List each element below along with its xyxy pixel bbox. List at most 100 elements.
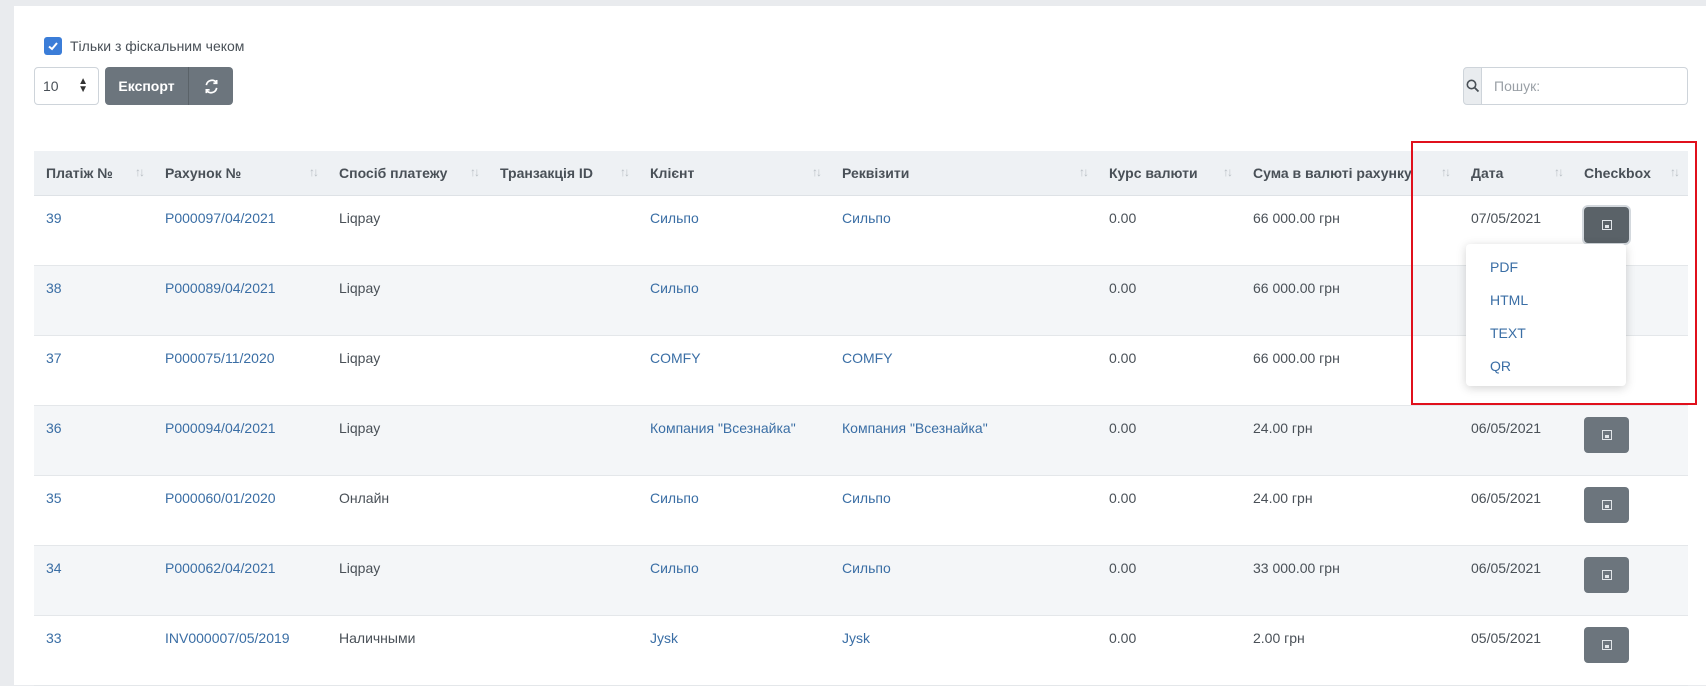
table-row: 33 INV000007/05/2019 Наличными Jysk Jysk 0.00… <box>34 615 1688 686</box>
invoice-link[interactable]: P000094/04/2021 <box>165 420 276 436</box>
date-value: 07/05/2021 <box>1471 209 1542 226</box>
menu-item-pdf[interactable]: PDF <box>1466 250 1626 283</box>
table-cell: 37 <box>34 335 153 406</box>
client-link[interactable]: Jysk <box>650 630 678 646</box>
image-icon <box>1601 639 1612 650</box>
per-page-select[interactable]: 10 ▲ ▼ <box>34 67 99 105</box>
invoice-link[interactable]: P000060/01/2020 <box>165 490 276 506</box>
receipt-button[interactable] <box>1584 556 1629 593</box>
currency-rate: 0.00 <box>1109 489 1137 506</box>
table-row: 35 P000060/01/2020 Онлайн Сильпо Сильпо 0.00 2… <box>34 475 1688 546</box>
column-header-checkbox[interactable]: Checkbox ↑↓ <box>1572 151 1688 196</box>
invoice-link[interactable]: P000089/04/2021 <box>165 280 276 296</box>
payment-link[interactable]: 39 <box>46 210 62 226</box>
column-header-details[interactable]: Реквізити ↑↓ <box>830 151 1097 196</box>
column-header-rate[interactable]: Курс валюти ↑↓ <box>1097 151 1241 196</box>
details-link[interactable]: Сильпо <box>842 490 891 506</box>
client-link[interactable]: Сильпо <box>650 280 699 296</box>
currency-rate: 0.00 <box>1109 629 1137 646</box>
table-cell: 35 <box>34 475 153 546</box>
menu-item-qr[interactable]: QR <box>1466 349 1626 382</box>
fiscal-checkbox[interactable] <box>44 37 62 55</box>
client-link[interactable]: Сильпо <box>650 490 699 506</box>
payment-link[interactable]: 36 <box>46 420 62 436</box>
column-header-invoice[interactable]: Рахунок № ↑↓ <box>153 151 327 196</box>
currency-rate: 0.00 <box>1109 559 1137 576</box>
client-link[interactable]: Компания "Всезнайка" <box>650 420 796 436</box>
table-cell: P000075/11/2020 <box>153 335 327 406</box>
column-header-amount[interactable]: Сума в валюті рахунку ↑↓ <box>1241 151 1459 196</box>
table-cell: 2.00 грн <box>1241 615 1459 686</box>
receipt-button[interactable] <box>1584 626 1629 663</box>
export-button[interactable]: Експорт <box>105 67 188 105</box>
menu-item-html[interactable]: HTML <box>1466 283 1626 316</box>
details-link[interactable]: Сильпо <box>842 210 891 226</box>
column-header-payment[interactable]: Платіж № ↑↓ <box>34 151 153 196</box>
table-cell: Jysk <box>638 615 830 686</box>
table-cell <box>1572 405 1688 476</box>
details-link[interactable]: Jysk <box>842 630 870 646</box>
check-icon <box>48 42 58 51</box>
payment-link[interactable]: 35 <box>46 490 62 506</box>
invoice-link[interactable]: P000075/11/2020 <box>165 350 275 366</box>
column-header-date[interactable]: Дата ↑↓ <box>1459 151 1572 196</box>
image-icon <box>1601 569 1612 580</box>
table-cell: COMFY <box>638 335 830 406</box>
invoice-link[interactable]: P000097/04/2021 <box>165 210 276 226</box>
receipt-button[interactable] <box>1584 416 1629 453</box>
fiscal-filter[interactable]: Тільки з фіскальним чеком <box>44 37 244 55</box>
table-row: 38 P000089/04/2021 Liqpay Сильпо 0.00 66 000.… <box>34 265 1688 336</box>
client-link[interactable]: Сильпо <box>650 210 699 226</box>
amount-value: 24.00 грн <box>1253 419 1313 436</box>
table-cell: Сильпо <box>638 475 830 546</box>
payment-link[interactable]: 37 <box>46 350 62 366</box>
receipt-button[interactable] <box>1584 206 1629 243</box>
refresh-button[interactable] <box>188 67 233 105</box>
table-cell <box>488 265 638 336</box>
client-link[interactable]: COMFY <box>650 350 701 366</box>
payment-method: Наличными <box>339 629 416 646</box>
search-addon[interactable] <box>1463 67 1482 105</box>
table-cell: Liqpay <box>327 335 488 406</box>
invoice-link[interactable]: P000062/04/2021 <box>165 560 276 576</box>
details-link[interactable]: Сильпо <box>842 560 891 576</box>
image-icon <box>1601 219 1612 230</box>
table-cell: Сильпо <box>638 545 830 616</box>
table-cell: Liqpay <box>327 545 488 616</box>
payment-method: Liqpay <box>339 419 381 436</box>
client-link[interactable]: Сильпо <box>650 560 699 576</box>
sort-icon: ↑↓ <box>1079 165 1089 179</box>
table-cell: 06/05/2021 <box>1459 405 1572 476</box>
menu-item-text[interactable]: TEXT <box>1466 316 1626 349</box>
table-cell: Liqpay <box>327 265 488 336</box>
table-cell: Сильпо <box>830 545 1097 616</box>
amount-value: 24.00 грн <box>1253 489 1313 506</box>
table-cell: 24.00 грн <box>1241 405 1459 476</box>
table-cell: Онлайн <box>327 475 488 546</box>
column-header-client[interactable]: Клієнт ↑↓ <box>638 151 830 196</box>
table-cell: 06/05/2021 <box>1459 545 1572 616</box>
payment-link[interactable]: 33 <box>46 630 62 646</box>
refresh-icon <box>205 78 217 94</box>
table-cell: Сильпо <box>830 475 1097 546</box>
payment-link[interactable]: 34 <box>46 560 62 576</box>
date-value: 05/05/2021 <box>1471 629 1542 646</box>
column-header-method[interactable]: Спосіб платежу ↑↓ <box>327 151 488 196</box>
invoice-link[interactable]: INV000007/05/2019 <box>165 630 290 646</box>
table-cell: Сильпо <box>638 195 830 266</box>
table-cell <box>1572 545 1688 616</box>
payment-method: Liqpay <box>339 279 381 296</box>
table-cell: 34 <box>34 545 153 616</box>
details-link[interactable]: COMFY <box>842 350 893 366</box>
column-header-transaction[interactable]: Транзакція ID ↑↓ <box>488 151 638 196</box>
table-cell: Компания "Всезнайка" <box>638 405 830 476</box>
table-row: 37 P000075/11/2020 Liqpay COMFY COMFY 0.00 66 … <box>34 335 1688 406</box>
sort-icon: ↑↓ <box>620 165 630 179</box>
details-link[interactable]: Компания "Всезнайка" <box>842 420 988 436</box>
receipt-button[interactable] <box>1584 486 1629 523</box>
payment-link[interactable]: 38 <box>46 280 62 296</box>
sort-icon: ↑↓ <box>1441 165 1451 179</box>
search-icon <box>1466 79 1479 93</box>
table-cell: 38 <box>34 265 153 336</box>
search-input[interactable] <box>1482 67 1688 105</box>
